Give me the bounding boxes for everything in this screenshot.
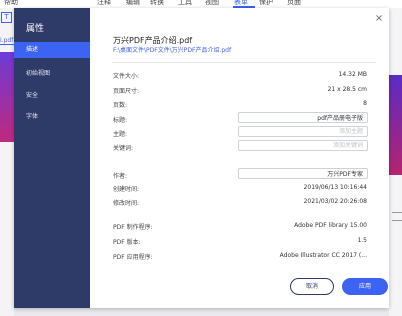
author-field[interactable]	[238, 168, 368, 179]
preview-text-line	[392, 212, 402, 213]
file-size-label: 文件大小:	[113, 73, 140, 80]
title-field[interactable]	[238, 112, 368, 123]
page-size-value: 21 x 28.5 cm	[327, 86, 367, 93]
menu-protect[interactable]: 保护	[259, 0, 273, 7]
producer-value: Adobe PDF library 15.00	[294, 222, 367, 229]
properties-dialog: 属性 描述 初始视图 安全 字体 × 万兴PDF产品介绍.pdf F:\桌面文件…	[14, 8, 389, 308]
apply-button[interactable]: 应用	[342, 278, 388, 295]
modified-value: 2021/03/02 20:26:08	[303, 198, 367, 205]
application-label: PDF 应用程序:	[113, 254, 153, 261]
cancel-button[interactable]: 取消	[290, 278, 334, 295]
nav-fonts[interactable]: 字体	[14, 109, 90, 125]
menu-edit[interactable]: 编辑	[126, 0, 140, 7]
version-label: PDF 版本:	[113, 239, 141, 246]
menu-comment[interactable]: 注释	[97, 0, 111, 7]
page-size-label: 页面尺寸:	[113, 88, 140, 95]
created-label: 创建时间:	[113, 186, 140, 193]
document-thumbnail	[0, 52, 14, 142]
menu-tools[interactable]: 工具	[178, 0, 192, 7]
file-size-value: 14.32 MB	[338, 71, 367, 78]
producer-label: PDF 制作程序:	[113, 224, 153, 231]
document-preview-image	[389, 75, 402, 175]
dialog-content: 万兴PDF产品介绍.pdf F:\桌面文件\PDF文件\万兴PDF产品介绍.pd…	[90, 8, 389, 308]
pages-value: 8	[363, 100, 367, 107]
menu-page[interactable]: 页面	[287, 0, 301, 7]
keywords-field[interactable]	[238, 140, 368, 151]
text-tool-icon[interactable]: T	[1, 12, 12, 23]
modified-label: 修改时间:	[113, 200, 140, 207]
subject-label: 主题:	[113, 131, 128, 138]
subject-field[interactable]	[238, 126, 368, 137]
menu-view[interactable]: 视图	[205, 0, 219, 7]
document-tab[interactable]: i.pdf	[0, 37, 13, 44]
menu-help[interactable]: 帮助	[4, 0, 18, 7]
nav-description[interactable]: 描述	[14, 42, 90, 58]
dialog-sidebar: 属性 描述 初始视图 安全 字体	[14, 8, 90, 308]
title-label: 标题:	[113, 117, 128, 124]
dialog-title: 属性	[26, 24, 45, 34]
nav-initial-view[interactable]: 初始视图	[14, 66, 90, 82]
divider	[112, 62, 376, 63]
pages-label: 页数:	[113, 102, 128, 109]
app-menubar: 帮助 注释 编辑 转换 工具 视图 表单 保护 页面	[0, 0, 402, 8]
document-path: F:\桌面文件\PDF文件\万兴PDF产品介绍.pdf	[113, 47, 232, 54]
keywords-label: 关键词:	[113, 145, 134, 152]
created-value: 2019/06/13 10:16:44	[303, 184, 367, 191]
author-label: 作者:	[113, 173, 128, 180]
menu-convert[interactable]: 转换	[150, 0, 164, 7]
preview-text-line	[392, 220, 402, 221]
version-value: 1.5	[357, 237, 367, 244]
nav-security[interactable]: 安全	[14, 88, 90, 104]
application-value: Adobe Illustrator CC 2017 (...	[279, 252, 367, 259]
document-tab-underline	[0, 44, 14, 45]
